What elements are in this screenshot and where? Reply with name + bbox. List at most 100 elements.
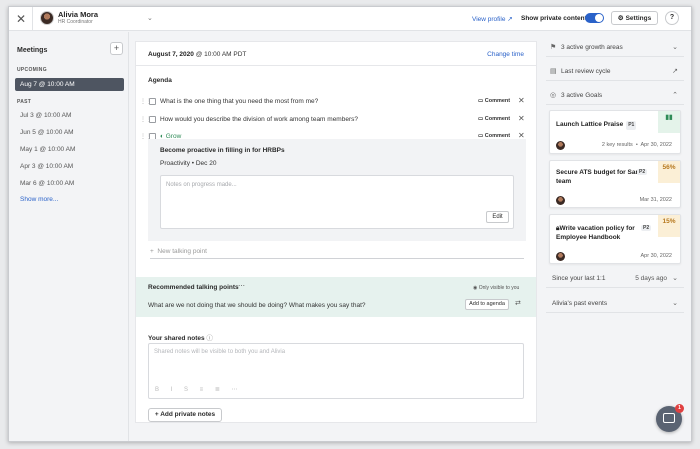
notes-placeholder: Notes on progress made... xyxy=(166,182,237,188)
visibility-note: ◉ Only visible to you xyxy=(473,285,520,291)
gear-icon: ⚙ xyxy=(617,15,624,22)
avatar xyxy=(40,11,54,25)
document-icon: ▤ xyxy=(550,68,557,75)
app-window: ✕ Alivia Mora HR Coordinator ⌄ View prof… xyxy=(8,6,692,442)
refresh-icon[interactable]: ⇄ xyxy=(515,299,521,307)
chevron-down-icon: ⌄ xyxy=(672,275,678,282)
eye-icon: ◉ xyxy=(473,285,478,291)
past-label: PAST xyxy=(17,99,32,105)
meeting-panel: August 7, 2020 @ 10:00 AM PDT Change tim… xyxy=(135,41,537,423)
goal-card-title: Launch Lattice Praise P1 xyxy=(556,121,637,130)
avatar xyxy=(556,141,565,150)
avatar xyxy=(556,196,565,205)
remove-agenda-icon[interactable]: ✕ xyxy=(518,96,525,105)
past-events-row[interactable]: Alivia's past events ⌄ xyxy=(546,295,684,313)
chevron-up-icon: ⌃ xyxy=(672,92,678,99)
meeting-item-past[interactable]: Mar 6 @ 10:00 AM xyxy=(15,177,124,190)
plus-icon: + xyxy=(150,248,154,255)
goals-header-row[interactable]: ◎ 3 active Goals ⌃ xyxy=(546,87,684,105)
meeting-date: August 7, 2020 @ 10:00 AM PDT xyxy=(148,51,247,58)
goal-card[interactable]: 56% Secure ATS budget for Sara's team P2… xyxy=(549,160,681,208)
help-button[interactable]: ? xyxy=(665,11,679,25)
shared-notes-placeholder: Shared notes will be visible to both you… xyxy=(154,349,286,355)
divider xyxy=(32,7,33,31)
add-private-notes-button[interactable]: + Add private notes xyxy=(148,408,222,422)
goal-card-meta: 2 key results • Apr 30, 2022 xyxy=(601,142,672,148)
comment-button[interactable]: ▭ Comment xyxy=(478,116,510,122)
comment-icon: ▭ xyxy=(478,98,484,104)
shared-notes-input[interactable]: Shared notes will be visible to both you… xyxy=(148,343,524,399)
edit-button[interactable]: Edit xyxy=(486,211,509,223)
meeting-item-upcoming[interactable]: Aug 7 @ 10:00 AM xyxy=(15,78,124,91)
show-private-toggle[interactable] xyxy=(585,13,604,23)
growth-areas-row[interactable]: ⚑ 3 active growth areas ⌄ xyxy=(546,39,684,57)
goal-meta: Proactivity • Dec 20 xyxy=(160,160,217,167)
recommended-question: What are we not doing that we should be … xyxy=(148,302,366,309)
progress-badge: 56% xyxy=(658,161,680,183)
external-link-icon: ↗ xyxy=(507,16,513,23)
notification-badge: 1 xyxy=(675,404,684,413)
goal-title: Become proactive in filling in for HRBPs xyxy=(160,147,285,154)
add-to-agenda-button[interactable]: Add to agenda xyxy=(465,299,509,310)
review-cycle-row[interactable]: ▤ Last review cycle ↗ xyxy=(546,63,684,81)
agenda-item: ⋮⋮ How would you describe the division o… xyxy=(140,113,532,127)
target-icon: ◎ xyxy=(550,92,557,99)
top-bar: ✕ Alivia Mora HR Coordinator ⌄ View prof… xyxy=(9,7,691,31)
growth-icon: ⚑ xyxy=(550,44,557,51)
meeting-item-past[interactable]: Jul 3 @ 10:00 AM xyxy=(15,109,124,122)
user-role: HR Coordinator xyxy=(58,19,93,25)
goal-card-date: Apr 30, 2022 xyxy=(640,253,673,259)
add-meeting-button[interactable]: + xyxy=(110,42,123,55)
view-profile-link[interactable]: View profile ↗ xyxy=(472,15,513,23)
formatting-toolbar[interactable]: B I S ≡ ≣ ⋯ xyxy=(155,386,243,393)
progress-notes-input[interactable]: Notes on progress made... Edit xyxy=(160,175,514,229)
recommended-talking-points: Recommended talking points ⋯ ◉ Only visi… xyxy=(136,277,536,317)
settings-button[interactable]: ⚙ Settings xyxy=(611,11,658,25)
avatar xyxy=(556,252,565,261)
external-link-icon: ↗ xyxy=(672,68,678,75)
meetings-title: Meetings xyxy=(17,47,48,54)
goal-card-date: Mar 31, 2022 xyxy=(639,197,672,203)
chat-icon xyxy=(663,413,675,423)
upcoming-label: UPCOMING xyxy=(17,67,47,73)
goal-detail-box: Become proactive in filling in for HRBPs… xyxy=(148,139,526,241)
show-more-link[interactable]: Show more... xyxy=(20,196,58,203)
change-time-link[interactable]: Change time xyxy=(487,51,524,58)
chevron-down-icon: ⌄ xyxy=(672,44,678,51)
agenda-checkbox[interactable] xyxy=(149,98,156,105)
goal-card-title: 🔒︎Write vacation policy for Employee Han… xyxy=(556,225,635,241)
chat-button[interactable]: 1 xyxy=(656,404,684,432)
agenda-text: How would you describe the division of w… xyxy=(160,116,358,123)
info-icon: ⓘ xyxy=(206,335,213,342)
agenda-label: Agenda xyxy=(148,77,172,84)
goal-card[interactable]: ▮▮ Launch Lattice Praise P1 2 key results… xyxy=(549,110,681,154)
agenda-text: What is the one thing that you need the … xyxy=(160,98,319,105)
close-icon[interactable]: ✕ xyxy=(16,12,26,26)
recommended-title: Recommended talking points xyxy=(148,284,239,291)
plus-icon: + xyxy=(113,43,120,53)
more-options-icon[interactable]: ⋯ xyxy=(238,282,245,290)
user-name: Alivia Mora xyxy=(58,10,99,19)
comment-button[interactable]: ▭ Comment xyxy=(478,98,510,104)
agenda-item: ⋮⋮ What is the one thing that you need t… xyxy=(140,95,532,109)
meeting-item-past[interactable]: Jun 5 @ 10:00 AM xyxy=(15,126,124,139)
since-last-row[interactable]: Since your last 1:1 5 days ago ⌄ xyxy=(546,270,684,288)
meeting-date-row: August 7, 2020 @ 10:00 AM PDT Change tim… xyxy=(136,42,536,66)
remove-agenda-icon[interactable]: ✕ xyxy=(518,114,525,123)
priority-badge: P2 xyxy=(637,169,648,175)
meeting-item-past[interactable]: Apr 3 @ 10:00 AM xyxy=(15,160,124,173)
chevron-down-icon: ⌄ xyxy=(672,300,678,307)
show-private-label: Show private content xyxy=(521,15,587,22)
chart-icon: ▮▮ xyxy=(658,111,680,133)
meetings-sidebar: Meetings + UPCOMING Aug 7 @ 10:00 AM PAS… xyxy=(9,32,129,441)
priority-badge: P2 xyxy=(641,225,652,231)
meeting-item-past[interactable]: May 1 @ 10:00 AM xyxy=(15,143,124,156)
since-last-ago: 5 days ago xyxy=(635,275,667,282)
shared-notes-title: Your shared notes ⓘ xyxy=(148,335,213,342)
plus-icon: + xyxy=(154,411,159,418)
chevron-down-icon[interactable]: ⌄ xyxy=(147,14,153,22)
agenda-checkbox[interactable] xyxy=(149,116,156,123)
new-talking-point-input[interactable]: + New talking point xyxy=(150,248,524,259)
comment-icon: ▭ xyxy=(478,116,484,122)
goal-card[interactable]: 15% 🔒︎Write vacation policy for Employee… xyxy=(549,214,681,264)
